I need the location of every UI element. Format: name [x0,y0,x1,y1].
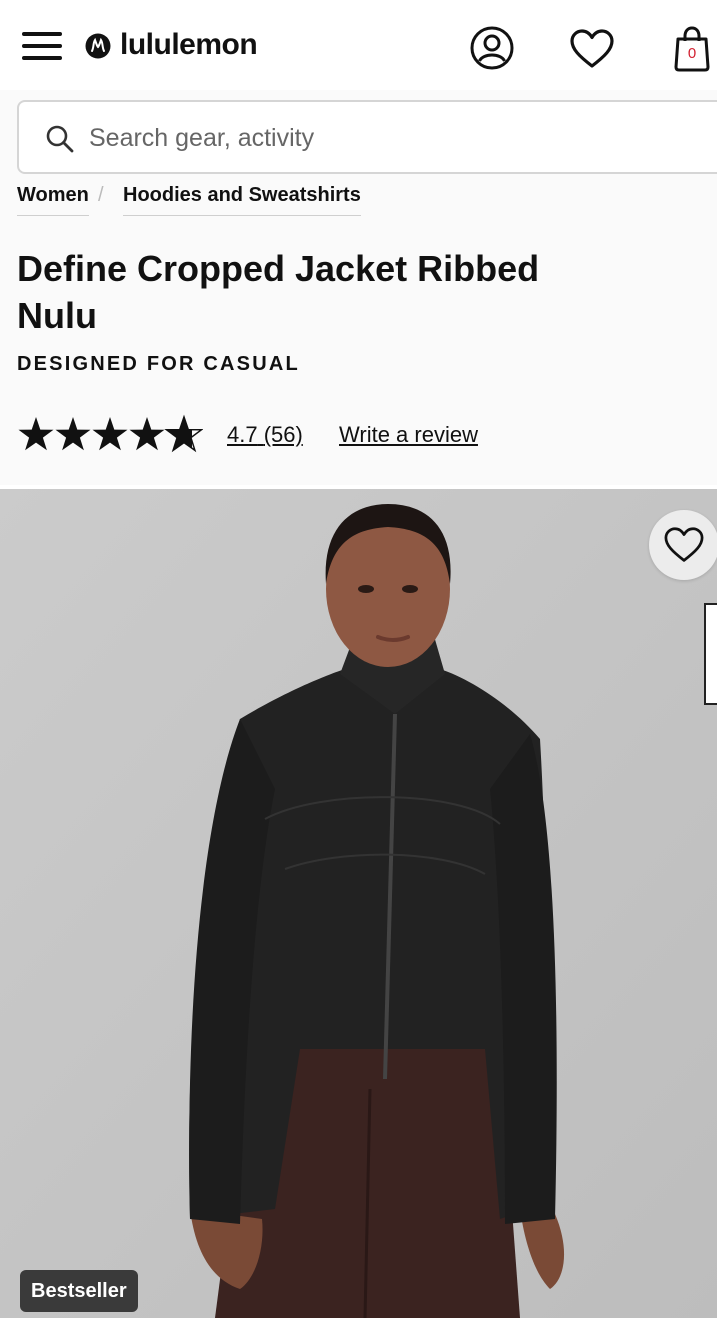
model-photo-illustration [0,489,717,1318]
write-review-link[interactable]: Write a review [339,422,478,448]
search-icon [46,125,74,153]
star-icon [18,417,54,451]
breadcrumb-item-women[interactable]: Women [17,184,89,216]
breadcrumb-item-hoodies[interactable]: Hoodies and Sweatshirts [123,184,361,216]
site-header: lululemon 0 [0,0,717,90]
heart-outline-icon [664,527,704,562]
search-input[interactable] [87,114,651,162]
side-panel-tab[interactable] [704,603,717,705]
lululemon-logo-icon[interactable] [85,33,111,59]
user-account-icon[interactable] [470,26,514,70]
bestseller-badge: Bestseller [20,1270,138,1312]
rating-value: 4.7 [227,422,258,447]
breadcrumb-separator: / [98,184,104,206]
hamburger-menu-icon[interactable] [22,30,62,62]
star-icon [92,417,128,451]
heart-icon[interactable] [569,28,615,70]
product-image[interactable]: Bestseller [0,489,717,1318]
star-icon [55,417,91,451]
rating-summary[interactable]: 4.7 (56) [227,422,303,448]
star-icon [129,417,165,451]
rating-stars[interactable] [18,414,203,454]
designed-for-label: DESIGNED FOR CASUAL [17,353,300,375]
partial-star-icon [165,416,203,452]
brand-name[interactable]: lululemon [120,28,258,62]
review-count: (56) [263,422,303,447]
bag-item-count: 0 [687,45,697,62]
add-to-wishlist-button[interactable] [649,510,717,580]
product-title: Define Cropped Jacket Ribbed Nulu [17,248,540,336]
search-box[interactable] [17,100,717,174]
